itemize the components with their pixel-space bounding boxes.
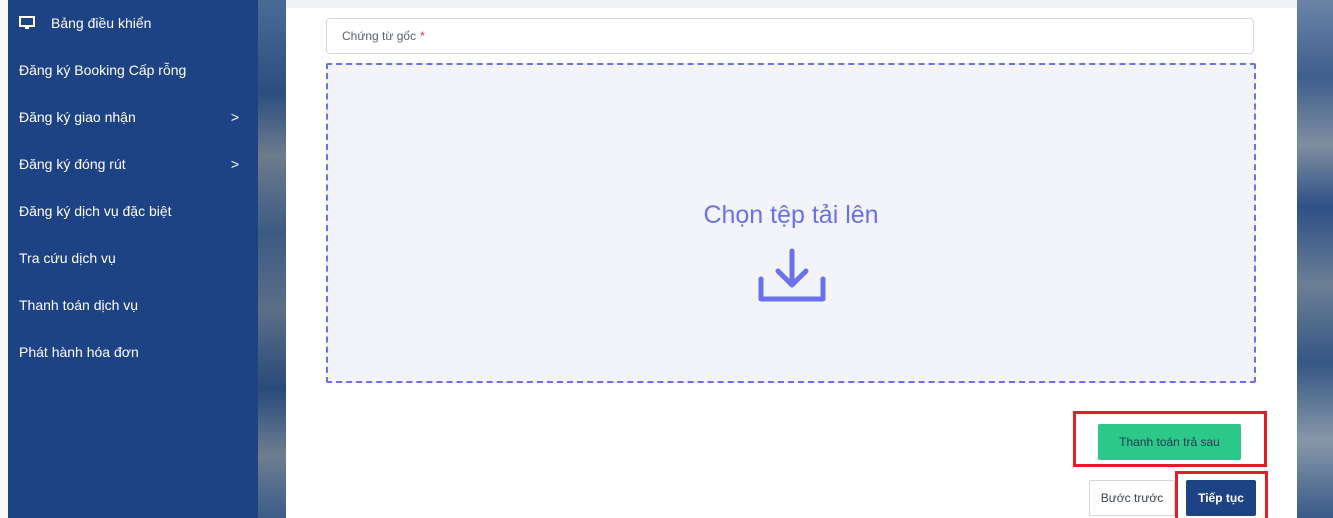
chevron-right-icon: > xyxy=(230,156,239,172)
sidebar-item-dashboard[interactable]: Bảng điều khiển xyxy=(19,15,239,31)
sidebar-item-label: Phát hành hóa đơn xyxy=(19,344,139,360)
sidebar-item-delivery[interactable]: Đăng ký giao nhận > xyxy=(19,109,239,125)
sidebar-item-booking-empty[interactable]: Đăng ký Booking Cấp rỗng xyxy=(19,62,239,78)
required-mark: * xyxy=(420,29,425,43)
original-document-field[interactable]: Chứng từ gốc * xyxy=(326,18,1254,54)
next-button[interactable]: Tiếp tục xyxy=(1186,480,1256,516)
sidebar-item-stuffing[interactable]: Đăng ký đóng rút > xyxy=(19,156,239,172)
sidebar-item-service-lookup[interactable]: Tra cứu dịch vụ xyxy=(19,250,239,266)
chevron-right-icon: > xyxy=(230,109,239,125)
monitor-icon xyxy=(19,16,35,30)
upload-text: Chọn tệp tải lên xyxy=(703,201,879,229)
left-edge xyxy=(0,0,8,518)
header-shadow xyxy=(286,0,1297,8)
field-label: Chứng từ gốc xyxy=(342,29,417,43)
sidebar-item-label: Đăng ký dịch vụ đặc biệt xyxy=(19,203,172,219)
sidebar-item-label: Đăng ký Booking Cấp rỗng xyxy=(19,62,187,78)
sidebar-item-label: Đăng ký đóng rút xyxy=(19,156,126,172)
pay-later-button[interactable]: Thanh toán trả sau xyxy=(1098,424,1241,460)
sidebar-item-special-service[interactable]: Đăng ký dịch vụ đặc biệt xyxy=(19,203,239,219)
sidebar-item-label: Đăng ký giao nhận xyxy=(19,109,136,125)
background-photo-strip xyxy=(258,0,286,518)
sidebar-item-payment[interactable]: Thanh toán dịch vụ xyxy=(19,297,239,313)
download-icon xyxy=(758,248,826,302)
sidebar-item-label: Bảng điều khiển xyxy=(51,15,152,31)
sidebar-item-label: Tra cứu dịch vụ xyxy=(19,250,116,266)
sidebar-item-invoice[interactable]: Phát hành hóa đơn xyxy=(19,344,239,360)
sidebar-item-label: Thanh toán dịch vụ xyxy=(19,297,139,313)
file-dropzone[interactable]: Chọn tệp tải lên xyxy=(326,63,1256,383)
background-photo-strip-right xyxy=(1297,0,1333,518)
back-button[interactable]: Bước trước xyxy=(1089,480,1175,516)
